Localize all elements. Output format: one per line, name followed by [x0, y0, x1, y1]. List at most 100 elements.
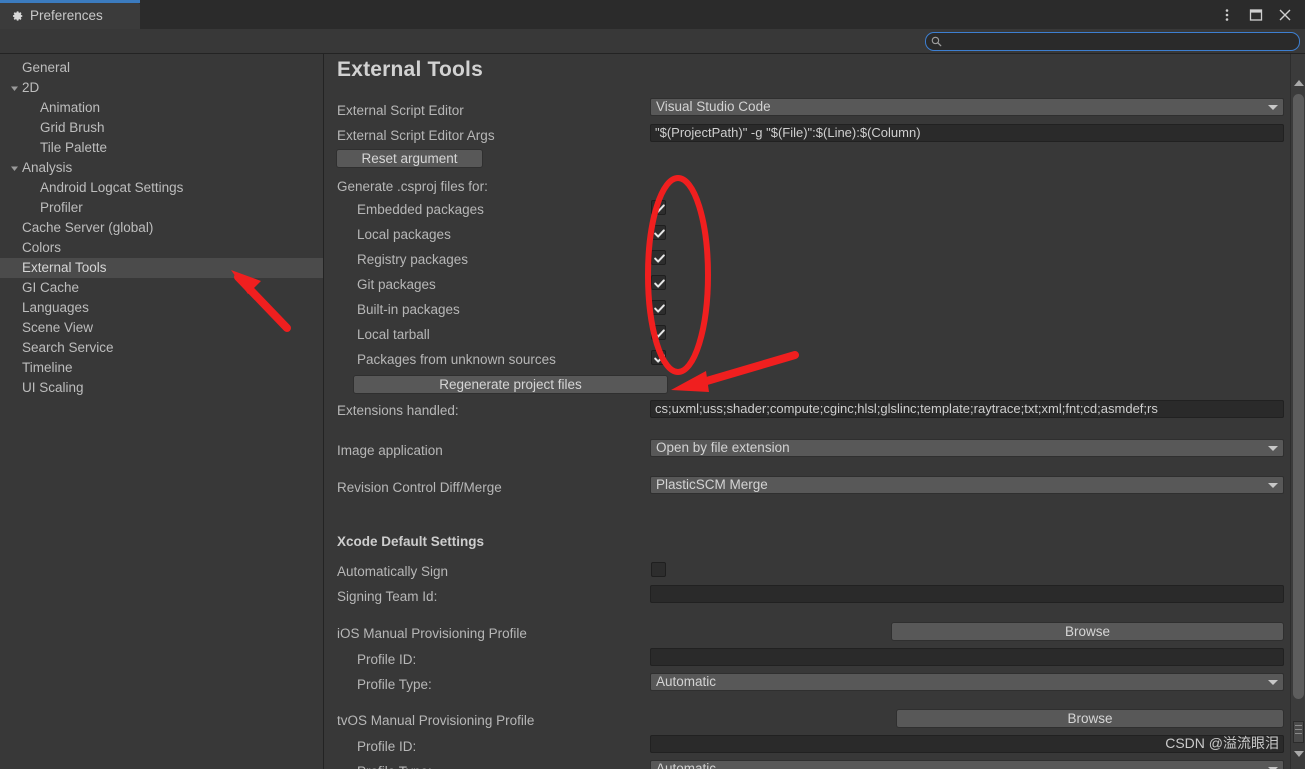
- xcode-settings-heading: Xcode Default Settings: [337, 534, 485, 549]
- image-application-dropdown[interactable]: Open by file extension: [650, 439, 1284, 457]
- csproj-option-checkbox[interactable]: [651, 325, 666, 340]
- csproj-option-checkbox[interactable]: [651, 350, 666, 365]
- external-script-editor-args-input[interactable]: "$(ProjectPath)" -g "$(File)":$(Line):$(…: [650, 124, 1284, 142]
- sidebar-item-tile-palette[interactable]: Tile Palette: [0, 138, 323, 158]
- ios-browse-button[interactable]: Browse: [891, 622, 1284, 641]
- twisty-expanded-icon[interactable]: [8, 82, 21, 95]
- signing-team-id-input[interactable]: [650, 585, 1284, 603]
- search-field[interactable]: [925, 32, 1300, 51]
- revision-control-label: Revision Control Diff/Merge: [337, 480, 502, 495]
- generate-csproj-label: Generate .csproj files for:: [337, 179, 488, 194]
- csproj-option-label: Git packages: [357, 277, 436, 292]
- sidebar-item-profiler[interactable]: Profiler: [0, 198, 323, 218]
- scrollbar-thumb[interactable]: [1293, 94, 1304, 699]
- reset-argument-button[interactable]: Reset argument: [336, 149, 483, 168]
- external-script-editor-dropdown[interactable]: Visual Studio Code: [650, 98, 1284, 116]
- tvos-profile-type-dropdown[interactable]: Automatic: [650, 760, 1284, 769]
- maximize-icon[interactable]: [1248, 7, 1264, 23]
- sidebar-item-search-service[interactable]: Search Service: [0, 338, 323, 358]
- csproj-option-checkbox[interactable]: [651, 200, 666, 215]
- preferences-window: Preferences General 2D Animation Grid Br…: [0, 0, 1305, 769]
- gear-icon: [12, 11, 23, 21]
- search-icon: [931, 36, 942, 47]
- sidebar-item-animation[interactable]: Animation: [0, 98, 323, 118]
- main-vertical-scrollbar[interactable]: [1290, 54, 1305, 769]
- sidebar-item-android-logcat-settings[interactable]: Android Logcat Settings: [0, 178, 323, 198]
- window-controls: [1219, 0, 1299, 29]
- ios-provisioning-heading: iOS Manual Provisioning Profile: [337, 626, 527, 641]
- chevron-down-icon: [1268, 105, 1278, 110]
- sidebar-item-grid-brush[interactable]: Grid Brush: [0, 118, 323, 138]
- scrollbar-resize-grip[interactable]: [1293, 721, 1304, 743]
- automatically-sign-label: Automatically Sign: [337, 564, 449, 579]
- sidebar-item-external-tools[interactable]: External Tools: [0, 258, 323, 278]
- ios-profile-type-value: Automatic: [656, 674, 717, 689]
- search-input[interactable]: [943, 33, 1293, 50]
- csproj-option-label: Embedded packages: [357, 202, 484, 217]
- check-icon: [654, 204, 665, 213]
- automatically-sign-checkbox[interactable]: [651, 562, 666, 577]
- external-script-editor-label: External Script Editor: [337, 103, 464, 118]
- settings-sidebar: General 2D Animation Grid Brush Tile Palette…: [0, 54, 324, 769]
- csproj-option-label: Local packages: [357, 227, 451, 242]
- check-icon: [654, 304, 665, 313]
- revision-control-value: PlasticSCM Merge: [656, 477, 768, 492]
- ios-profile-type-dropdown[interactable]: Automatic: [650, 673, 1284, 691]
- settings-tree: General 2D Animation Grid Brush Tile Palette…: [0, 54, 323, 398]
- twisty-expanded-icon[interactable]: [8, 162, 21, 175]
- tvos-profile-id-label: Profile ID:: [357, 739, 417, 754]
- sidebar-item-cache-server-global[interactable]: Cache Server (global): [0, 218, 323, 238]
- tvos-profile-type-value: Automatic: [656, 761, 717, 769]
- csproj-option-checkbox[interactable]: [651, 225, 666, 240]
- sidebar-item-label: External Tools: [22, 260, 107, 276]
- check-icon: [654, 254, 665, 263]
- chevron-down-icon: [1268, 680, 1278, 685]
- image-application-label: Image application: [337, 443, 443, 458]
- check-icon: [654, 229, 665, 238]
- scroll-down-arrow-icon[interactable]: [1294, 751, 1304, 757]
- csproj-option-checkbox[interactable]: [651, 250, 666, 265]
- sidebar-item-ui-scaling[interactable]: UI Scaling: [0, 378, 323, 398]
- sidebar-item-timeline[interactable]: Timeline: [0, 358, 323, 378]
- sidebar-item-label: UI Scaling: [22, 380, 84, 396]
- check-icon: [654, 329, 665, 338]
- csproj-option-label: Packages from unknown sources: [357, 352, 556, 367]
- tab-preferences[interactable]: Preferences: [0, 3, 140, 29]
- sidebar-item-label: Timeline: [22, 360, 73, 376]
- sidebar-item-analysis[interactable]: Analysis: [0, 158, 323, 178]
- csproj-option-checkbox[interactable]: [651, 300, 666, 315]
- extensions-handled-input[interactable]: cs;uxml;uss;shader;compute;cginc;hlsl;gl…: [650, 400, 1284, 418]
- sidebar-item-languages[interactable]: Languages: [0, 298, 323, 318]
- ios-profile-id-label: Profile ID:: [357, 652, 417, 667]
- external-tools-panel: External Tools External Script Editor Vi…: [325, 54, 1305, 769]
- watermark: CSDN @溢流眼泪: [1165, 735, 1279, 751]
- external-script-editor-args-label: External Script Editor Args: [337, 128, 495, 143]
- sidebar-item-2d[interactable]: 2D: [0, 78, 323, 98]
- sidebar-item-general[interactable]: General: [0, 58, 323, 78]
- extensions-handled-label: Extensions handled:: [337, 403, 459, 418]
- sidebar-item-colors[interactable]: Colors: [0, 238, 323, 258]
- sidebar-item-label: Cache Server (global): [22, 220, 154, 236]
- sidebar-item-label: Scene View: [22, 320, 94, 336]
- csproj-option-checkbox[interactable]: [651, 275, 666, 290]
- image-application-value: Open by file extension: [656, 440, 790, 455]
- regenerate-project-files-button[interactable]: Regenerate project files: [353, 375, 668, 394]
- ios-profile-type-label: Profile Type:: [357, 677, 432, 692]
- tvos-browse-button[interactable]: Browse: [896, 709, 1284, 728]
- check-icon: [654, 354, 665, 363]
- kebab-menu-icon[interactable]: [1219, 7, 1235, 23]
- sidebar-item-label: Languages: [22, 300, 89, 316]
- tvos-profile-type-label: Profile Type:: [357, 763, 432, 769]
- tab-label: Preferences: [30, 8, 103, 24]
- sidebar-item-scene-view[interactable]: Scene View: [0, 318, 323, 338]
- scroll-up-arrow-icon[interactable]: [1294, 80, 1304, 86]
- close-icon[interactable]: [1277, 7, 1293, 23]
- toolbar: [0, 29, 1305, 54]
- ios-profile-id-input[interactable]: [650, 648, 1284, 666]
- revision-control-dropdown[interactable]: PlasticSCM Merge: [650, 476, 1284, 494]
- sidebar-item-gi-cache[interactable]: GI Cache: [0, 278, 323, 298]
- sidebar-item-label: Tile Palette: [40, 140, 108, 156]
- sidebar-item-label: Android Logcat Settings: [40, 180, 184, 196]
- csproj-option-label: Registry packages: [357, 252, 469, 267]
- csproj-option-label: Built-in packages: [357, 302, 460, 317]
